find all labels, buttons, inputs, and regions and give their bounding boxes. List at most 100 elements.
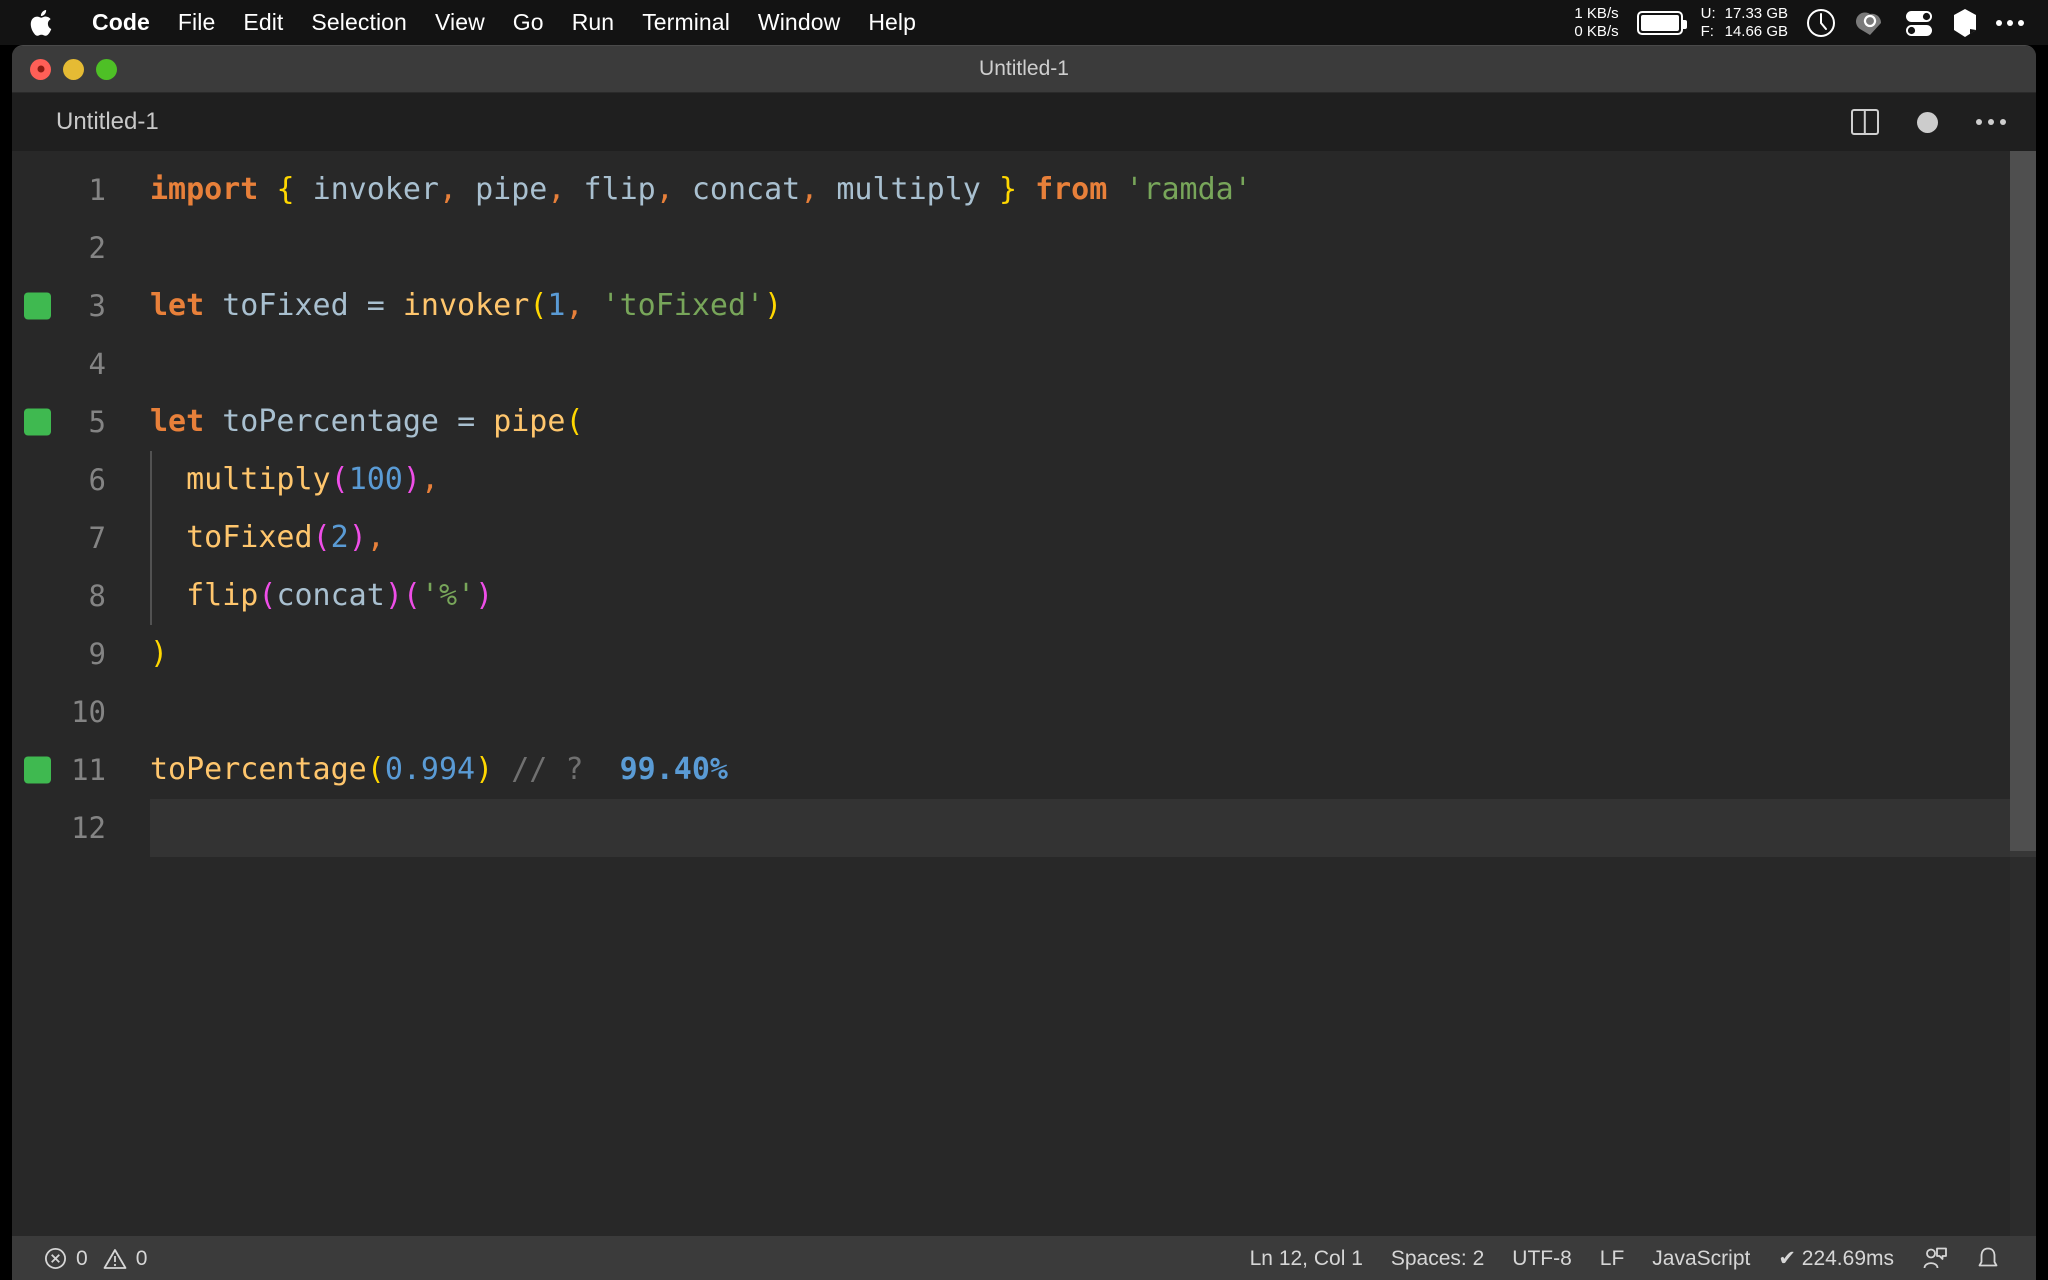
menu-bar-status-area: 1 KB/s 0 KB/s U: F: 17.33 GB 14.66 GB xyxy=(1574,5,2030,41)
code-line-content[interactable] xyxy=(150,683,2036,741)
problems-indicator[interactable]: 0 0 xyxy=(30,1247,161,1271)
menu-item-view[interactable]: View xyxy=(421,0,499,45)
status-bar-right: Ln 12, Col 1 Spaces: 2 UTF-8 LF JavaScri… xyxy=(1236,1246,2014,1272)
code-line-4[interactable]: 4 xyxy=(12,335,2036,393)
quokka-run-status[interactable]: ✔ 224.69ms xyxy=(1764,1246,1908,1271)
code-line-7[interactable]: 7 toFixed(2), xyxy=(12,509,2036,567)
network-speed-indicator: 1 KB/s 0 KB/s xyxy=(1574,5,1618,41)
code-line-content[interactable] xyxy=(150,335,2036,393)
menu-item-terminal[interactable]: Terminal xyxy=(628,0,744,45)
feedback-person-icon[interactable] xyxy=(1908,1246,1962,1272)
code-line-9[interactable]: 9) xyxy=(12,625,2036,683)
code-token: // ? xyxy=(511,752,584,787)
split-editor-icon[interactable] xyxy=(1851,109,1879,135)
more-icon[interactable] xyxy=(1996,19,2024,26)
code-line-8[interactable]: 8 flip(concat)('%') xyxy=(12,567,2036,625)
code-token: , xyxy=(655,172,674,207)
gutter-marker-icon[interactable] xyxy=(24,756,51,784)
battery-icon[interactable] xyxy=(1636,10,1687,35)
code-token: toFixed xyxy=(204,288,367,323)
code-line-5[interactable]: 5 let toPercentage = pipe( xyxy=(12,393,2036,451)
code-line-content[interactable]: toPercentage(0.994) // ? 99.40% xyxy=(150,741,2036,799)
editor-vertical-scrollbar[interactable] xyxy=(2010,151,2036,1236)
code-line-3[interactable]: 3 let toFixed = invoker(1, 'toFixed') xyxy=(12,277,2036,335)
menu-item-file[interactable]: File xyxy=(164,0,229,45)
menu-item-help[interactable]: Help xyxy=(854,0,930,45)
code-line-content[interactable]: import { invoker, pipe, flip, concat, mu… xyxy=(150,161,2036,219)
code-token: = xyxy=(457,404,476,439)
code-token: let xyxy=(150,404,205,439)
code-line-content[interactable]: multiply(100), xyxy=(150,451,2036,509)
code-token: ) xyxy=(475,578,494,613)
more-actions-icon[interactable] xyxy=(1976,119,2006,125)
code-line-content[interactable]: let toPercentage = pipe( xyxy=(150,393,2036,451)
code-lines[interactable]: 1 import { invoker, pipe, flip, concat, m… xyxy=(12,151,2036,857)
toggles-icon[interactable] xyxy=(1904,8,1934,38)
unsaved-indicator[interactable] xyxy=(1917,111,1938,133)
code-line-6[interactable]: 6 multiply(100), xyxy=(12,451,2036,509)
code-line-content[interactable]: ) xyxy=(150,625,2036,683)
network-download-speed: 0 KB/s xyxy=(1574,22,1619,40)
code-token: , xyxy=(547,172,566,207)
menu-item-run[interactable]: Run xyxy=(558,0,629,45)
bell-icon[interactable] xyxy=(1962,1246,2014,1272)
code-line-11[interactable]: 11 toPercentage(0.994) // ? 99.40% xyxy=(12,741,2036,799)
disk-usage-indicator: U: F: 17.33 GB 14.66 GB xyxy=(1701,5,1788,41)
line-number: 1 xyxy=(88,173,106,207)
code-token: ) xyxy=(402,462,421,497)
apple-logo-icon[interactable] xyxy=(30,9,52,36)
editor-tab-untitled-1[interactable]: Untitled-1 xyxy=(56,108,159,136)
code-token: from xyxy=(1035,172,1108,207)
warning-triangle-icon xyxy=(103,1248,127,1270)
close-button[interactable] xyxy=(30,58,51,80)
code-tokens: toPercentage(0.994) // ? 99.40% xyxy=(150,741,728,799)
code-line-content[interactable] xyxy=(150,799,2036,857)
line-number: 10 xyxy=(71,695,106,729)
editor-body[interactable]: 1 import { invoker, pipe, flip, concat, m… xyxy=(12,151,2036,1236)
minimize-button[interactable] xyxy=(63,58,84,80)
menu-item-selection[interactable]: Selection xyxy=(297,0,421,45)
clock-icon[interactable] xyxy=(1806,8,1836,38)
code-token: ( xyxy=(312,520,331,555)
code-token: multiply xyxy=(818,172,981,207)
code-line-12[interactable]: 12 xyxy=(12,799,2036,857)
cursor-position[interactable]: Ln 12, Col 1 xyxy=(1236,1247,1377,1271)
code-line-content[interactable]: let toFixed = invoker(1, 'toFixed') xyxy=(150,277,2036,335)
code-line-10[interactable]: 10 xyxy=(12,683,2036,741)
menu-item-go[interactable]: Go xyxy=(499,0,558,45)
maximize-button[interactable] xyxy=(96,58,117,80)
code-token: multiply xyxy=(186,462,331,497)
encoding-setting[interactable]: UTF-8 xyxy=(1498,1247,1586,1271)
code-line-2[interactable]: 2 xyxy=(12,219,2036,277)
gutter-marker-icon[interactable] xyxy=(24,408,51,436)
scrollbar-thumb[interactable] xyxy=(2010,151,2036,851)
code-line-content[interactable] xyxy=(150,219,2036,277)
code-line-1[interactable]: 1 import { invoker, pipe, flip, concat, m… xyxy=(12,161,2036,219)
disk-used-key: U: xyxy=(1700,4,1716,22)
code-token: ) xyxy=(384,578,403,613)
shape-icon[interactable] xyxy=(1952,8,1978,38)
gutter-marker-icon[interactable] xyxy=(24,292,51,320)
code-token: , xyxy=(439,172,458,207)
code-token: toFixed xyxy=(186,520,313,555)
indentation-setting[interactable]: Spaces: 2 xyxy=(1377,1247,1498,1271)
code-line-content[interactable]: toFixed(2), xyxy=(150,509,2036,567)
language-mode[interactable]: JavaScript xyxy=(1638,1247,1764,1271)
code-tokens: ) xyxy=(150,625,168,683)
code-token: invoker xyxy=(312,172,439,207)
code-line-content[interactable]: flip(concat)('%') xyxy=(150,567,2036,625)
menu-item-code[interactable]: Code xyxy=(78,0,164,45)
menu-item-window[interactable]: Window xyxy=(744,0,854,45)
code-token: pipe xyxy=(493,404,566,439)
cloud-sync-icon[interactable] xyxy=(1854,9,1886,37)
disk-free-key: F: xyxy=(1700,22,1714,40)
menu-item-edit[interactable]: Edit xyxy=(229,0,297,45)
eol-setting[interactable]: LF xyxy=(1586,1247,1639,1271)
code-token: toPercentage xyxy=(150,752,367,787)
